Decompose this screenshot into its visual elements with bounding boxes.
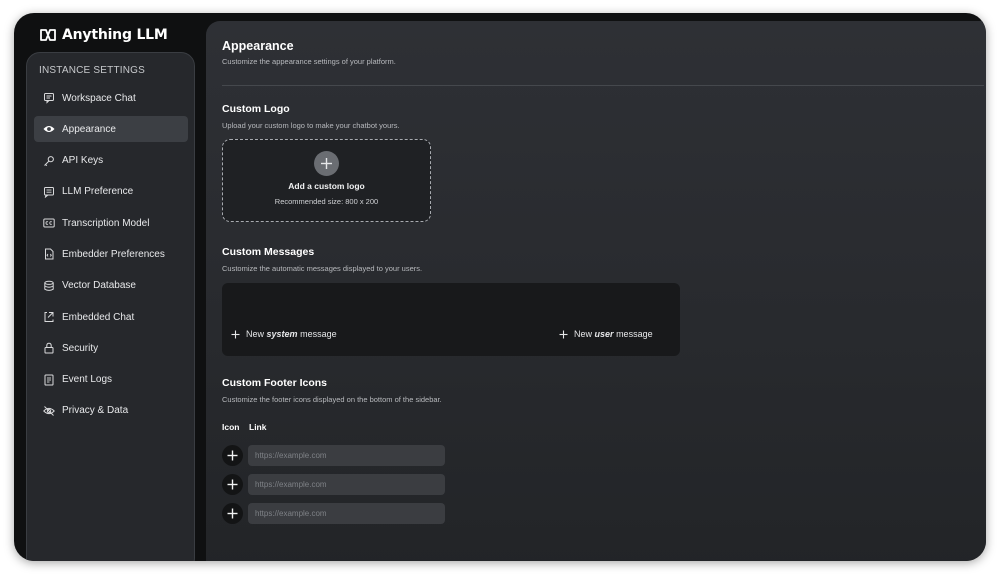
icon-column-header: Icon — [222, 422, 240, 432]
button-suffix: message — [616, 329, 653, 339]
plus-icon — [227, 450, 238, 461]
custom-footer-icons-subtitle: Customize the footer icons displayed on … — [222, 395, 442, 404]
code-icon — [43, 311, 55, 323]
sidebar-item-label: Embedder Preferences — [62, 248, 165, 260]
chat-text-icon — [43, 186, 55, 198]
closed-caption-icon — [43, 217, 55, 229]
app-window: Anything LLM INSTANCE SETTINGS Workspace… — [14, 13, 986, 561]
upload-size-hint: Recommended size: 800 x 200 — [274, 197, 379, 206]
sidebar-item-label: LLM Preference — [62, 186, 134, 198]
brand-logo: Anything LLM — [40, 25, 168, 45]
database-icon — [43, 280, 55, 292]
sidebar-item-event-logs[interactable]: Event Logs — [34, 367, 188, 393]
eye-slash-icon — [43, 405, 55, 417]
new-system-message-button[interactable]: New system message — [231, 329, 337, 339]
page-title: Appearance — [222, 39, 294, 53]
settings-main-panel: Appearance Customize the appearance sett… — [206, 21, 986, 561]
custom-messages-subtitle: Customize the automatic messages display… — [222, 264, 423, 273]
custom-messages-title: Custom Messages — [222, 246, 315, 258]
log-file-icon — [43, 374, 55, 386]
footer-link-input[interactable] — [248, 503, 445, 524]
sidebar-item-label: Vector Database — [62, 280, 136, 292]
header-divider — [222, 85, 984, 86]
sidebar-item-workspace-chat[interactable]: Workspace Chat — [34, 85, 188, 111]
sidebar-item-label: API Keys — [62, 155, 104, 167]
sidebar-nav: Workspace Chat Appearance API Keys LLM P… — [34, 85, 188, 429]
footer-icon-row — [222, 474, 446, 495]
eye-icon — [43, 123, 55, 135]
sidebar-item-privacy-data[interactable]: Privacy & Data — [34, 398, 188, 424]
add-icon-button[interactable] — [222, 503, 243, 524]
button-prefix: New — [246, 329, 265, 339]
logo-upload-dropzone[interactable]: Add a custom logo Recommended size: 800 … — [222, 139, 431, 222]
button-emphasis: system — [266, 329, 298, 339]
sidebar-item-vector-database[interactable]: Vector Database — [34, 273, 188, 299]
sidebar-item-embedder-preferences[interactable]: Embedder Preferences — [34, 241, 188, 267]
footer-link-input[interactable] — [248, 445, 445, 466]
custom-logo-title: Custom Logo — [222, 103, 290, 115]
plus-icon — [231, 330, 240, 339]
add-icon-button[interactable] — [222, 445, 243, 466]
brand-name: Anything LLM — [62, 27, 168, 43]
sidebar-item-label: Embedded Chat — [62, 311, 135, 323]
sidebar-item-label: Security — [62, 342, 99, 354]
plus-icon — [314, 151, 339, 176]
sidebar-item-label: Transcription Model — [62, 217, 150, 229]
sidebar-item-transcription-model[interactable]: Transcription Model — [34, 210, 188, 236]
sidebar-item-label: Event Logs — [62, 374, 113, 386]
lock-icon — [43, 342, 55, 354]
key-icon — [43, 155, 55, 167]
chat-bubble-icon — [43, 92, 55, 104]
link-column-header: Link — [249, 422, 267, 432]
upload-label: Add a custom logo — [288, 181, 365, 191]
button-prefix: New — [574, 329, 593, 339]
custom-messages-box: New system message New user message — [222, 283, 680, 356]
custom-logo-subtitle: Upload your custom logo to make your cha… — [222, 121, 400, 130]
plus-icon — [227, 479, 238, 490]
footer-link-input[interactable] — [248, 474, 445, 495]
footer-icon-row — [222, 445, 446, 466]
settings-sidebar: INSTANCE SETTINGS Workspace Chat Appeara… — [26, 52, 195, 561]
sidebar-item-appearance[interactable]: Appearance — [34, 116, 188, 143]
sidebar-item-embedded-chat[interactable]: Embedded Chat — [34, 304, 188, 330]
sidebar-item-label: Workspace Chat — [62, 92, 136, 104]
sidebar-item-api-keys[interactable]: API Keys — [34, 148, 188, 174]
anything-llm-logo-icon — [40, 29, 56, 41]
button-suffix: message — [300, 329, 337, 339]
add-icon-button[interactable] — [222, 474, 243, 495]
plus-icon — [227, 508, 238, 519]
sidebar-heading: INSTANCE SETTINGS — [39, 65, 146, 76]
sidebar-item-label: Privacy & Data — [62, 405, 129, 417]
button-emphasis: user — [594, 329, 614, 339]
file-code-icon — [43, 248, 55, 260]
plus-icon — [559, 330, 568, 339]
sidebar-item-label: Appearance — [62, 123, 116, 135]
sidebar-item-llm-preference[interactable]: LLM Preference — [34, 179, 188, 205]
footer-icon-row — [222, 503, 446, 524]
new-user-message-button[interactable]: New user message — [559, 329, 653, 339]
sidebar-item-security[interactable]: Security — [34, 335, 188, 361]
page-subtitle: Customize the appearance settings of you… — [222, 57, 396, 66]
custom-footer-icons-title: Custom Footer Icons — [222, 377, 328, 389]
